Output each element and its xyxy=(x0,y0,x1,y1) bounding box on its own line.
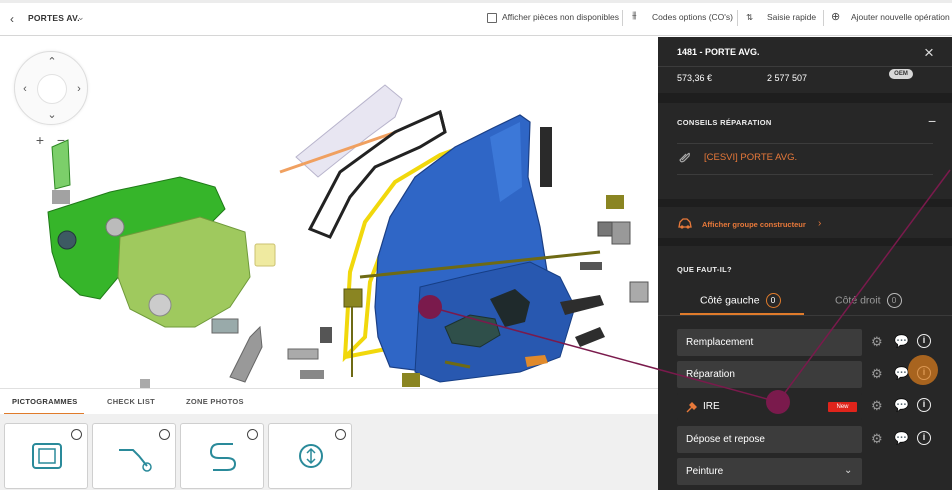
gear-icon[interactable]: ⚙ xyxy=(871,431,883,447)
tab-right-side-label: Côté droit xyxy=(835,294,881,307)
oem-badge: OEM xyxy=(889,69,913,79)
chevron-left-icon[interactable]: ‹ xyxy=(10,12,14,26)
divider xyxy=(677,174,933,175)
chevron-down-icon[interactable]: ⌄ xyxy=(844,465,852,476)
part-detail-panel: 1481 - PORTE AVG. × 573,36 € 2 577 507 O… xyxy=(658,37,952,490)
operation-label: Peinture xyxy=(686,466,724,477)
section-stripe xyxy=(658,199,952,207)
pictogram-card[interactable] xyxy=(268,423,352,489)
operation-ire[interactable]: IRE New xyxy=(677,393,862,420)
view-reset-center[interactable] xyxy=(37,74,67,104)
close-icon[interactable]: × xyxy=(924,43,934,63)
operation-replacement[interactable]: Remplacement xyxy=(677,329,862,356)
show-unavailable-label[interactable]: Afficher pièces non disponibles xyxy=(502,12,619,22)
part-price: 573,36 € xyxy=(677,73,713,83)
car-group-icon xyxy=(678,218,692,229)
status-badge-icon xyxy=(71,429,82,440)
quick-entry-button[interactable]: Saisie rapide xyxy=(767,12,816,22)
windscreen-icon xyxy=(32,443,62,469)
airbag-icon xyxy=(299,444,323,468)
bottom-tab-bar: PICTOGRAMMES CHECK LIST ZONE PHOTOS xyxy=(0,388,658,415)
tab-zone-photos[interactable]: ZONE PHOTOS xyxy=(186,397,244,406)
manufacturer-group-link[interactable]: Afficher groupe constructeur xyxy=(702,220,806,229)
gear-icon[interactable]: ⚙ xyxy=(871,366,883,382)
comment-icon[interactable]: 💬 xyxy=(894,334,909,348)
tab-check-list[interactable]: CHECK LIST xyxy=(107,397,155,406)
right-side-count: 0 xyxy=(886,293,902,308)
part-title: 1481 - PORTE AVG. xyxy=(677,47,760,57)
pictogram-list xyxy=(0,414,658,490)
operation-label: IRE xyxy=(703,401,720,412)
hammer-icon xyxy=(686,402,697,413)
attachment-icon xyxy=(679,152,690,163)
wiring-icon xyxy=(209,443,237,471)
divider xyxy=(658,66,952,67)
what-to-do-heading: QUE FAUT-IL? xyxy=(677,265,732,274)
toolbar-divider xyxy=(737,10,738,26)
new-badge: New xyxy=(828,402,857,412)
quick-entry-icon[interactable]: ⇅ xyxy=(746,12,753,23)
chevron-right-icon[interactable]: › xyxy=(71,81,87,97)
status-badge-icon xyxy=(159,429,170,440)
breadcrumb[interactable]: PORTES AV. xyxy=(28,13,80,23)
info-icon[interactable]: i xyxy=(917,334,931,348)
divider xyxy=(658,315,952,316)
repair-tip-link[interactable]: [CESVI] PORTE AVG. xyxy=(704,152,797,163)
repair-tips-heading[interactable]: CONSEILS RÉPARATION xyxy=(677,118,772,127)
info-icon[interactable]: i xyxy=(917,366,931,380)
info-icon[interactable]: i xyxy=(917,431,931,445)
chevron-right-icon[interactable]: › xyxy=(818,218,821,229)
comment-icon[interactable]: 💬 xyxy=(894,398,909,412)
add-circle-icon[interactable]: ⊕ xyxy=(831,10,840,23)
pictogram-card[interactable] xyxy=(180,423,264,489)
operation-remove-refit[interactable]: Dépose et repose xyxy=(677,426,862,453)
zoom-out-icon[interactable]: − xyxy=(54,132,68,148)
exploded-door-scene[interactable] xyxy=(0,37,658,388)
chevron-up-icon[interactable]: ⌃ xyxy=(44,54,60,70)
view-rotation-pad[interactable]: ⌃ ‹ › ⌄ xyxy=(14,51,88,125)
add-operation-button[interactable]: Ajouter nouvelle opération xyxy=(851,12,950,22)
3d-parts-viewer[interactable]: ⌃ ‹ › ⌄ + − xyxy=(0,37,658,388)
pictogram-card[interactable] xyxy=(92,423,176,489)
operation-label: Remplacement xyxy=(686,337,754,348)
status-badge-icon xyxy=(247,429,258,440)
section-stripe xyxy=(658,93,952,103)
tab-pictogrammes[interactable]: PICTOGRAMMES xyxy=(12,397,78,406)
tool-icon xyxy=(119,449,152,472)
gear-icon[interactable]: ⚙ xyxy=(871,334,883,350)
option-codes-icon[interactable]: ⫵ xyxy=(632,10,637,21)
operation-label: Réparation xyxy=(686,369,735,380)
comment-icon[interactable]: 💬 xyxy=(894,366,909,380)
chevron-down-icon[interactable]: ⌄ xyxy=(77,12,85,23)
comment-icon[interactable]: 💬 xyxy=(894,431,909,445)
info-icon[interactable]: i xyxy=(917,398,931,412)
tab-left-side[interactable]: Côté gauche 0 xyxy=(700,293,781,308)
gear-icon[interactable]: ⚙ xyxy=(871,398,883,414)
operation-label: Dépose et repose xyxy=(686,434,765,445)
pictogram-card[interactable] xyxy=(4,423,88,489)
divider xyxy=(677,143,933,144)
toolbar-divider xyxy=(622,10,623,26)
status-badge-icon xyxy=(335,429,346,440)
tab-right-side[interactable]: Côté droit 0 xyxy=(835,293,902,308)
zoom-in-icon[interactable]: + xyxy=(33,132,47,148)
option-codes-button[interactable]: Codes options (CO's) xyxy=(652,12,733,22)
collapse-icon[interactable]: − xyxy=(928,113,936,129)
toolbar-divider xyxy=(823,10,824,26)
operation-repair[interactable]: Réparation xyxy=(677,361,862,388)
left-side-count: 0 xyxy=(765,293,781,308)
top-toolbar: ‹ PORTES AV. ⌄ Afficher pièces non dispo… xyxy=(0,0,952,36)
chevron-left-icon[interactable]: ‹ xyxy=(17,81,33,97)
tab-left-side-label: Côté gauche xyxy=(700,294,760,307)
operation-paint-dropdown[interactable]: Peinture ⌄ xyxy=(677,458,862,485)
toolbar-accent xyxy=(0,0,952,3)
chevron-down-icon[interactable]: ⌄ xyxy=(44,107,60,123)
section-stripe xyxy=(658,238,952,246)
part-reference: 2 577 507 xyxy=(767,73,808,83)
show-unavailable-checkbox[interactable] xyxy=(487,13,497,23)
